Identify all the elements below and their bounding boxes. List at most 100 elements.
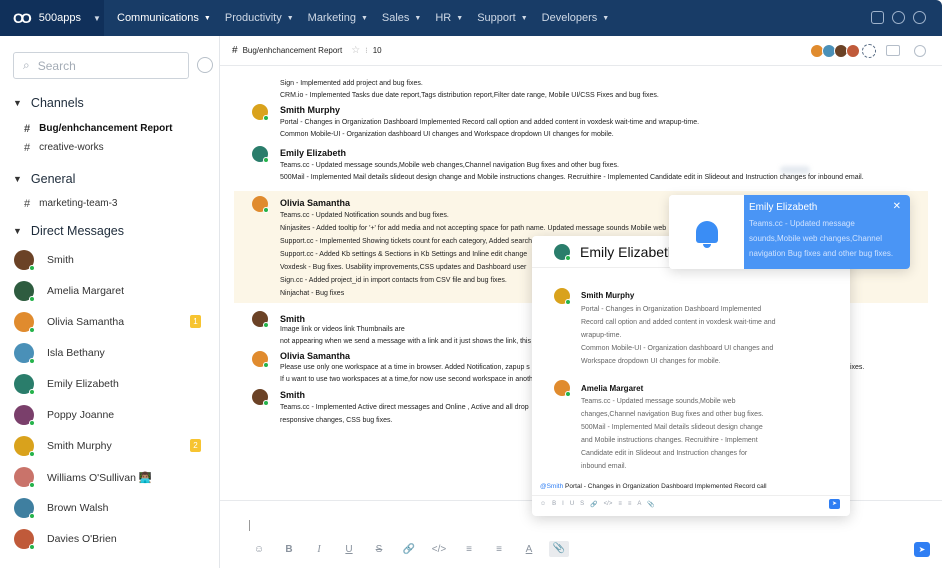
search-input[interactable]: ⌕ Search xyxy=(13,52,189,79)
online-status-dot xyxy=(29,358,35,364)
send-button[interactable]: ➤ xyxy=(914,542,930,557)
avatar[interactable] xyxy=(252,351,269,368)
italic-icon[interactable]: I xyxy=(562,501,564,507)
member-avatars[interactable] xyxy=(810,44,876,58)
dm-title: Direct Messages xyxy=(30,224,125,238)
nav-item-sales[interactable]: Sales ▼ xyxy=(382,12,421,24)
online-status-dot xyxy=(29,482,35,488)
dm-item[interactable]: Smith xyxy=(14,249,214,271)
online-status-dot xyxy=(29,451,35,457)
dm-item[interactable]: Olivia Samantha 1 xyxy=(14,311,214,333)
video-call-icon[interactable] xyxy=(886,45,900,56)
message-line: Common Mobile-UI - Organization dashboar… xyxy=(280,131,614,138)
message-sender[interactable]: Smith xyxy=(280,390,305,400)
underline-icon[interactable]: U xyxy=(570,501,574,507)
nav-item-marketing[interactable]: Marketing ▼ xyxy=(308,12,368,24)
dm-item[interactable]: Smith Murphy 2 xyxy=(14,435,214,457)
underline-icon[interactable]: U xyxy=(334,544,364,555)
dm-item[interactable]: Brown Walsh xyxy=(14,497,214,519)
message-sender[interactable]: Smith Murphy xyxy=(280,105,340,115)
code-icon[interactable]: </> xyxy=(424,544,454,555)
avatar[interactable] xyxy=(252,104,269,121)
attach-icon[interactable]: 📎 xyxy=(549,541,569,557)
bold-icon[interactable]: B xyxy=(552,501,556,507)
message-sender[interactable]: Olivia Samantha xyxy=(280,198,350,208)
sidebar-settings-gear-icon[interactable] xyxy=(197,57,213,73)
popup-line: Common Mobile-UI - Organization dashboar… xyxy=(581,345,774,352)
popup-send-button[interactable]: ➤ xyxy=(829,499,840,509)
strikethrough-icon[interactable]: S xyxy=(580,501,584,507)
dm-item[interactable]: Amelia Margaret xyxy=(14,280,214,302)
link-icon[interactable]: 🔗 xyxy=(394,544,424,555)
channel-item-bug-report[interactable]: # Bug/enhchancement Report xyxy=(24,123,172,135)
avatar xyxy=(14,374,35,395)
channel-item-creative-works[interactable]: # creative-works xyxy=(24,142,104,154)
apps-grid-icon[interactable] xyxy=(871,11,884,24)
attach-icon[interactable]: 📎 xyxy=(647,501,654,508)
code-icon[interactable]: </> xyxy=(604,501,613,507)
link-icon[interactable]: 🔗 xyxy=(590,501,597,508)
notification-toast[interactable]: Emily Elizabeth Teams.cc - Updated messa… xyxy=(669,195,910,269)
dm-item[interactable]: Isla Bethany xyxy=(14,342,214,364)
popup-toolbar: ☺ B I U S 🔗 </> ≡ ≡ A 📎 ➤ xyxy=(532,495,850,512)
text-color-icon[interactable]: A xyxy=(514,544,544,555)
close-icon[interactable]: ✕ xyxy=(893,201,901,212)
popup-sender: Amelia Margaret xyxy=(581,384,644,393)
channels-section-header[interactable]: ▼ Channels xyxy=(13,96,84,110)
member-count[interactable]: 10 xyxy=(373,46,382,55)
avatar[interactable] xyxy=(252,311,269,328)
nav-item-productivity[interactable]: Productivity ▼ xyxy=(225,12,294,24)
emoji-icon[interactable]: ☺ xyxy=(244,544,274,555)
nav-item-support[interactable]: Support ▼ xyxy=(477,12,527,24)
ordered-list-icon[interactable]: ≡ xyxy=(454,544,484,555)
online-status-dot xyxy=(29,265,35,271)
notification-title: Emily Elizabeth xyxy=(749,202,818,213)
dm-item[interactable]: Williams O'Sullivan 👨🏽‍💻 xyxy=(14,466,214,488)
help-icon[interactable] xyxy=(892,11,905,24)
ordered-list-icon[interactable]: ≡ xyxy=(618,501,622,507)
add-member-icon[interactable] xyxy=(862,44,876,58)
dm-name: Olivia Samantha xyxy=(47,316,125,328)
message-sender[interactable]: Smith xyxy=(280,314,305,324)
chevron-down-icon: ▼ xyxy=(203,14,211,22)
italic-icon[interactable]: I xyxy=(304,544,334,555)
emoji-icon[interactable]: ☺ xyxy=(540,501,546,507)
online-status-dot xyxy=(29,296,35,302)
app-switcher[interactable]: OO 500apps ▼ xyxy=(0,0,104,36)
message-line: Teams.cc - Implemented Active direct mes… xyxy=(280,404,529,411)
nav-item-communications[interactable]: Communications ▼ xyxy=(117,12,211,24)
channel-item-marketing-team-3[interactable]: # marketing-team-3 xyxy=(24,198,117,210)
dm-item[interactable]: Poppy Joanne xyxy=(14,404,214,426)
avatar xyxy=(554,243,571,261)
nav-item-hr[interactable]: HR ▼ xyxy=(435,12,463,24)
general-section-header[interactable]: ▼ General xyxy=(13,172,75,186)
avatar[interactable] xyxy=(252,389,269,406)
popup-line: Teams.cc - Updated message sounds,Mobile… xyxy=(581,398,736,405)
brand-logo-icon: OO xyxy=(13,10,32,26)
info-icon[interactable] xyxy=(914,45,926,57)
message-sender[interactable]: Emily Elizabeth xyxy=(280,148,346,158)
bullet-list-icon[interactable]: ≡ xyxy=(484,544,514,555)
popup-input[interactable]: @Smith Portal - Changes in Organization … xyxy=(540,483,767,490)
dm-item[interactable]: Davies O'Brien xyxy=(14,528,214,550)
dm-section-header[interactable]: ▼ Direct Messages xyxy=(13,224,124,238)
message-sender[interactable]: Olivia Samantha xyxy=(280,351,350,361)
avatar[interactable] xyxy=(252,196,269,213)
settings-gear-icon[interactable] xyxy=(913,11,926,24)
avatar[interactable] xyxy=(252,146,269,163)
text-color-icon[interactable]: A xyxy=(637,501,641,507)
strikethrough-icon[interactable]: S xyxy=(364,544,394,555)
bullet-list-icon[interactable]: ≡ xyxy=(628,501,632,507)
star-icon[interactable]: ☆ xyxy=(351,45,360,56)
dm-item[interactable]: Emily Elizabeth xyxy=(14,373,214,395)
nav-item-developers[interactable]: Developers ▼ xyxy=(542,12,610,24)
dm-popup-window: Emily Elizabeth Smith Murphy Portal - Ch… xyxy=(532,236,850,516)
composer-toolbar: ☺ B I U S 🔗 </> ≡ ≡ A 📎 xyxy=(244,541,569,557)
avatar xyxy=(14,467,35,488)
avatar xyxy=(14,343,35,364)
online-status-dot xyxy=(29,389,35,395)
nav-label: Developers xyxy=(541,12,598,24)
message-line: Support.cc - Implemented Showing tickets… xyxy=(280,238,533,245)
popup-title: Emily Elizabeth xyxy=(580,243,676,260)
bold-icon[interactable]: B xyxy=(274,544,304,555)
